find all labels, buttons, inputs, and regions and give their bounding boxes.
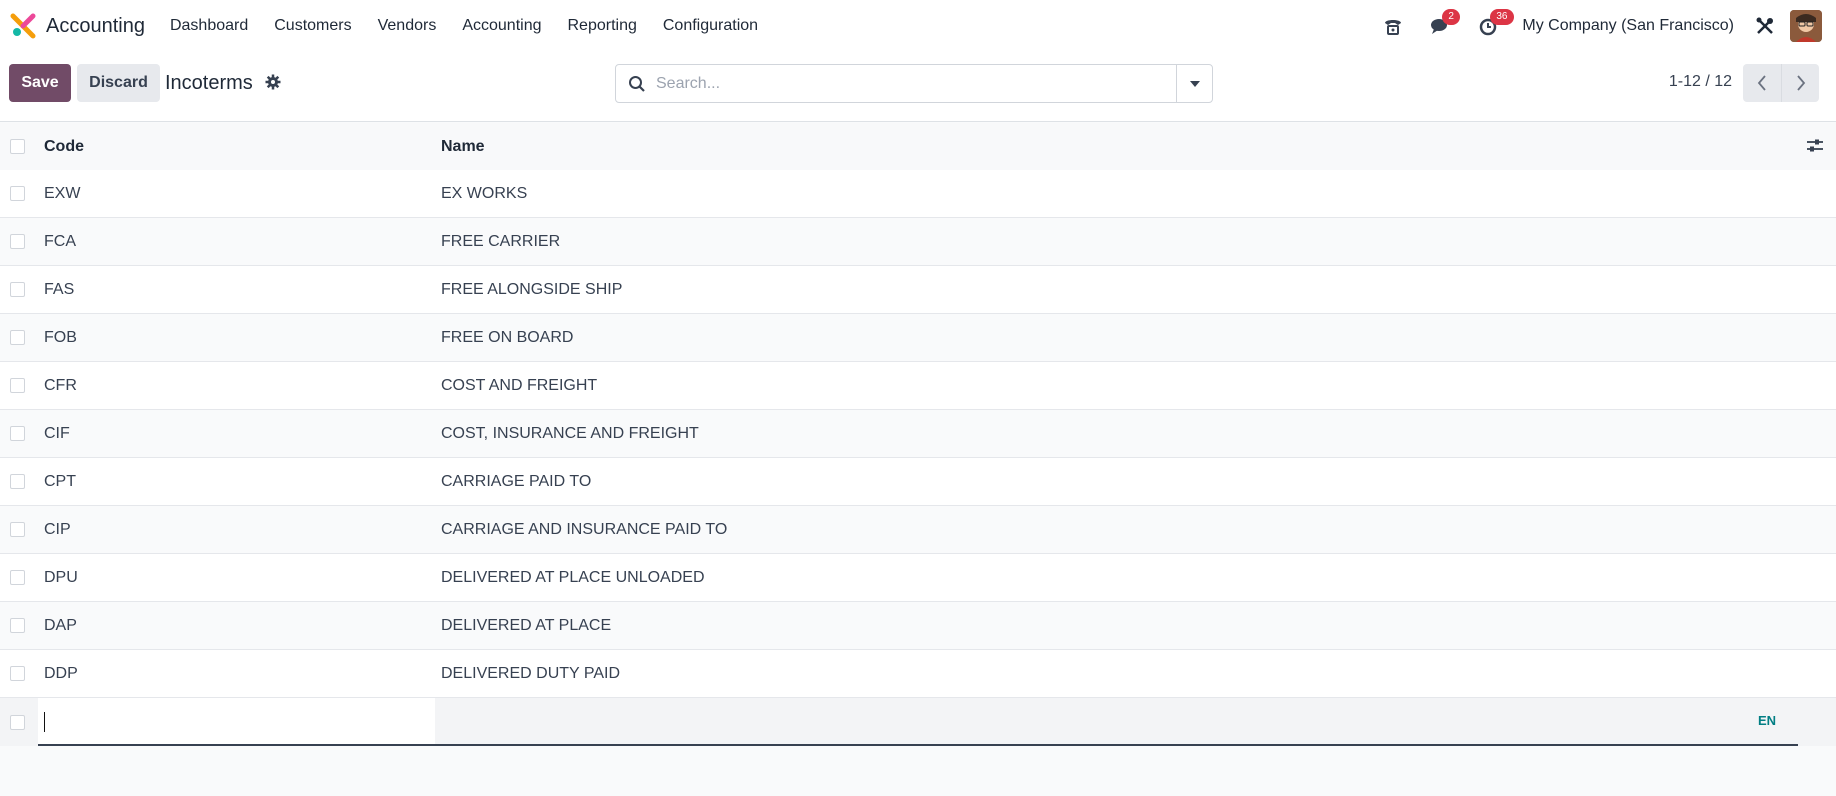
cell-name: CARRIAGE PAID TO — [441, 472, 592, 490]
table-row[interactable]: DAP DELIVERED AT PLACE — [0, 602, 1836, 650]
cell-code: EXW — [44, 184, 81, 202]
text-cursor — [44, 712, 45, 732]
cell-name: FREE ALONGSIDE SHIP — [441, 280, 623, 298]
table-row[interactable]: CPT CARRIAGE PAID TO — [0, 458, 1836, 506]
cell-name: FREE CARRIER — [441, 232, 561, 250]
activities-icon[interactable]: 36 — [1474, 9, 1514, 41]
code-field[interactable] — [38, 698, 435, 746]
messages-badge: 2 — [1442, 9, 1460, 25]
activities-badge: 36 — [1490, 9, 1514, 25]
pager-previous-button[interactable] — [1743, 64, 1781, 102]
chevron-right-icon — [1796, 75, 1805, 91]
cell-name: DELIVERED AT PLACE — [441, 616, 612, 634]
cell-code: CIP — [44, 520, 71, 538]
row-checkbox[interactable] — [10, 282, 25, 297]
menu-dashboard[interactable]: Dashboard — [157, 17, 261, 35]
language-toggle[interactable]: EN — [1758, 713, 1776, 728]
menu-reporting[interactable]: Reporting — [555, 17, 650, 35]
cell-name: COST AND FREIGHT — [441, 376, 598, 394]
table-row[interactable]: DPU DELIVERED AT PLACE UNLOADED — [0, 554, 1836, 602]
cell-code: CPT — [44, 472, 76, 490]
app-brand[interactable]: Accounting — [10, 13, 157, 39]
gear-icon[interactable] — [265, 74, 281, 90]
cell-code: FAS — [44, 280, 75, 298]
top-navbar: Accounting Dashboard Customers Vendors A… — [0, 0, 1836, 52]
main-menu: Dashboard Customers Vendors Accounting R… — [157, 17, 771, 35]
phone-icon[interactable] — [1378, 11, 1408, 41]
debug-tools-icon[interactable] — [1750, 11, 1780, 41]
row-checkbox[interactable] — [10, 234, 25, 249]
name-field[interactable]: EN — [435, 698, 1798, 746]
row-checkbox[interactable] — [10, 618, 25, 633]
table-row[interactable]: CIP CARRIAGE AND INSURANCE PAID TO — [0, 506, 1836, 554]
cell-name: EX WORKS — [441, 184, 528, 202]
cell-name: COST, INSURANCE AND FREIGHT — [441, 424, 699, 442]
code-input[interactable] — [44, 710, 424, 734]
new-record-row[interactable]: EN — [0, 698, 1836, 746]
cell-code: CFR — [44, 376, 77, 394]
row-checkbox[interactable] — [10, 330, 25, 345]
row-checkbox[interactable] — [10, 570, 25, 585]
cell-code: DDP — [44, 664, 78, 682]
menu-vendors[interactable]: Vendors — [365, 17, 450, 35]
cell-code: DAP — [44, 616, 77, 634]
menu-configuration[interactable]: Configuration — [650, 17, 771, 35]
table-header: Code Name — [0, 123, 1836, 170]
optional-columns-icon[interactable] — [1806, 137, 1824, 155]
menu-customers[interactable]: Customers — [261, 17, 364, 35]
caret-down-icon — [1189, 80, 1200, 87]
menu-accounting[interactable]: Accounting — [449, 17, 554, 35]
discard-button[interactable]: Discard — [77, 64, 160, 102]
row-checkbox[interactable] — [10, 714, 25, 730]
table-row[interactable]: FAS FREE ALONGSIDE SHIP — [0, 266, 1836, 314]
row-checkbox[interactable] — [10, 522, 25, 537]
company-switcher[interactable]: My Company (San Francisco) — [1522, 17, 1734, 35]
cell-code: DPU — [44, 568, 78, 586]
incoterms-list: Code Name EXW EX WORKS FCA FREE CARRIER … — [0, 123, 1836, 746]
row-checkbox[interactable] — [10, 426, 25, 441]
table-row[interactable]: CFR COST AND FREIGHT — [0, 362, 1836, 410]
user-avatar[interactable] — [1790, 10, 1822, 42]
search-bar — [615, 64, 1213, 103]
cell-name: FREE ON BOARD — [441, 328, 574, 346]
chevron-left-icon — [1757, 75, 1766, 91]
save-button[interactable]: Save — [9, 64, 71, 102]
pager-value[interactable]: 1-12 / 12 — [1669, 73, 1732, 91]
navbar-systray: 2 36 My Company (San Francisco) — [1378, 0, 1836, 52]
row-checkbox[interactable] — [10, 186, 25, 201]
table-row[interactable]: FOB FREE ON BOARD — [0, 314, 1836, 362]
messages-icon[interactable]: 2 — [1426, 9, 1460, 41]
cell-code: CIF — [44, 424, 70, 442]
search-input[interactable] — [656, 73, 1156, 95]
cell-code: FOB — [44, 328, 77, 346]
control-panel: Save Discard Incoterms 1-12 / 12 — [0, 52, 1836, 122]
table-row[interactable]: FCA FREE CARRIER — [0, 218, 1836, 266]
cell-name: DELIVERED DUTY PAID — [441, 664, 621, 682]
app-name: Accounting — [46, 14, 145, 37]
page-title: Incoterms — [165, 72, 253, 94]
cell-name: DELIVERED AT PLACE UNLOADED — [441, 568, 705, 586]
pager-next-button[interactable] — [1781, 64, 1819, 102]
cell-code: FCA — [44, 232, 76, 250]
column-header-code[interactable]: Code — [44, 138, 84, 156]
row-checkbox[interactable] — [10, 666, 25, 681]
column-header-name[interactable]: Name — [441, 138, 485, 156]
row-checkbox[interactable] — [10, 474, 25, 489]
table-row[interactable]: CIF COST, INSURANCE AND FREIGHT — [0, 410, 1836, 458]
cell-name: CARRIAGE AND INSURANCE PAID TO — [441, 520, 728, 538]
table-row[interactable]: DDP DELIVERED DUTY PAID — [0, 650, 1836, 698]
table-row[interactable]: EXW EX WORKS — [0, 170, 1836, 218]
select-all-checkbox[interactable] — [10, 139, 25, 154]
search-options-toggle[interactable] — [1176, 65, 1212, 102]
search-icon — [629, 76, 645, 92]
accounting-app-icon — [10, 13, 36, 39]
row-checkbox[interactable] — [10, 378, 25, 393]
